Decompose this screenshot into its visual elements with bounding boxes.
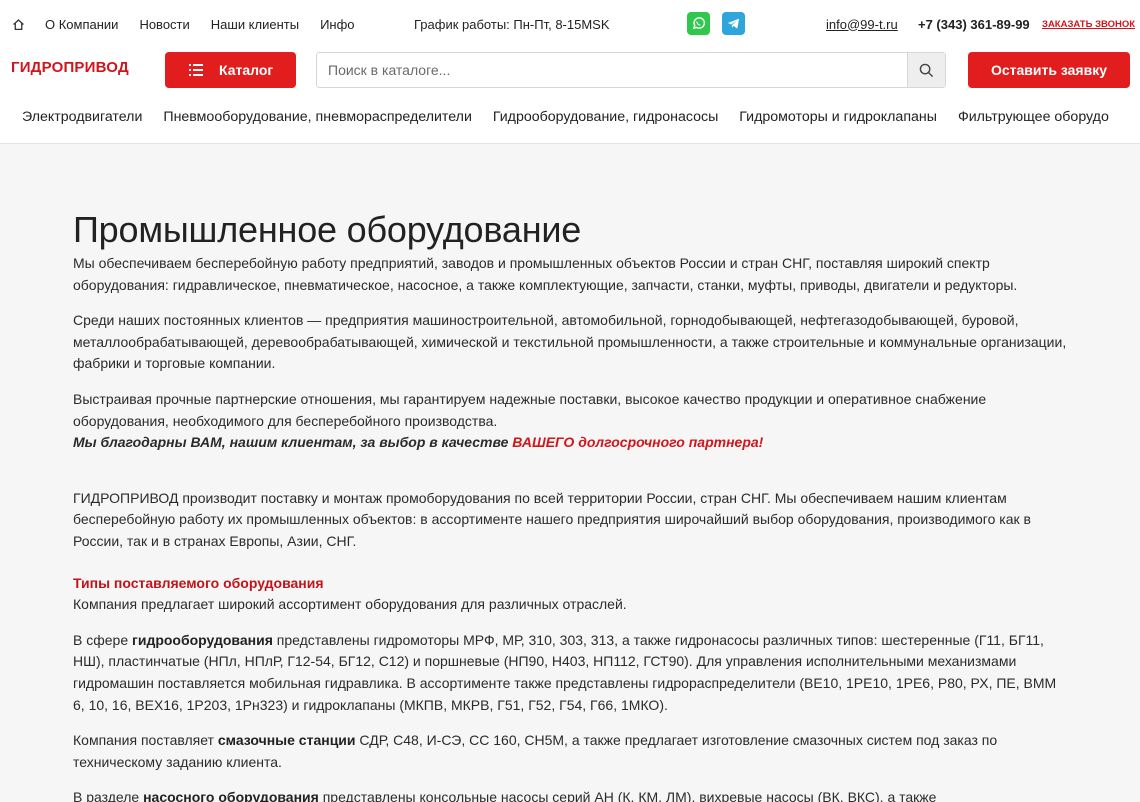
equipment-types-heading: Типы поставляемого оборудования: [73, 574, 324, 591]
lubrication-paragraph: Компания поставляет смазочные станции СД…: [73, 730, 1068, 773]
list-icon: [189, 64, 203, 76]
category-item-motors[interactable]: Электродвигатели: [22, 109, 142, 125]
catalog-button[interactable]: Каталог: [165, 52, 296, 88]
whatsapp-icon[interactable]: [687, 12, 710, 35]
main-content: Промышленное оборудование Мы обеспечивае…: [0, 144, 1140, 802]
site-header: О Компании Новости Наши клиенты Инфо Гра…: [0, 0, 1140, 144]
hydraulics-bold: гидрооборудования: [132, 631, 273, 648]
work-schedule: График работы: Пн-Пт, 8-15MSK: [414, 16, 610, 32]
category-item-filters[interactable]: Фильтрующее оборудо: [958, 109, 1109, 125]
home-icon[interactable]: [10, 0, 26, 48]
category-item-hydraulics[interactable]: Гидрооборудование, гидронасосы: [493, 109, 718, 125]
page-title: Промышленное оборудование: [73, 209, 582, 250]
callback-link[interactable]: ЗАКАЗАТЬ ЗВОНОК: [1042, 0, 1135, 48]
company-paragraph: ГИДРОПРИВОД производит поставку и монтаж…: [73, 489, 1031, 549]
top-bar: О Компании Новости Наши клиенты Инфо Гра…: [0, 0, 1140, 48]
pumps-paragraph: В разделе насосного оборудования предста…: [73, 787, 1068, 802]
top-nav-about[interactable]: О Компании: [45, 17, 118, 32]
top-nav: О Компании Новости Наши клиенты Инфо: [45, 0, 376, 48]
email-link[interactable]: info@99-t.ru: [826, 0, 898, 48]
thanks-text: Мы благодарны ВАМ, нашим клиентам, за вы…: [73, 434, 513, 451]
top-nav-clients[interactable]: Наши клиенты: [211, 17, 299, 32]
equipment-types-intro: Компания предлагает широкий ассортимент …: [73, 596, 627, 613]
pumps-bold: насосного оборудования: [143, 789, 319, 802]
telegram-icon[interactable]: [722, 12, 745, 35]
catalog-label: Каталог: [219, 62, 274, 78]
main-bar: ГИДРОПРИВОД Каталог Оставить заявку: [0, 48, 1140, 92]
search-icon: [919, 63, 934, 77]
phone-link[interactable]: +7 (343) 361-89-99: [918, 0, 1030, 48]
thanks-paragraph: Мы благодарны ВАМ, нашим клиентам, за вы…: [73, 432, 1068, 454]
pumps-text-c: представлены консольные насосы серий АН …: [318, 789, 937, 802]
top-nav-info[interactable]: Инфо: [320, 17, 354, 32]
hydraulics-text-a: В сфере: [73, 631, 132, 648]
clients-paragraph: Среди наших постоянных клиентов — предпр…: [73, 312, 1067, 372]
category-item-hydromotors[interactable]: Гидромоторы и гидроклапаны: [739, 109, 937, 125]
hydraulics-paragraph: В сфере гидрооборудования представлены г…: [73, 630, 1068, 716]
category-nav: Электродвигатели Пневмооборудование, пне…: [0, 92, 1140, 142]
intro-paragraph: Мы обеспечиваем бесперебойную работу пре…: [73, 255, 1018, 293]
thanks-highlight: ВАШЕГО долгосрочного партнера!: [512, 434, 764, 451]
pumps-text-a: В разделе: [73, 789, 144, 802]
lubrication-bold: смазочные станции: [217, 732, 356, 749]
top-nav-news[interactable]: Новости: [139, 17, 189, 32]
leave-request-button[interactable]: Оставить заявку: [968, 52, 1130, 88]
search-button[interactable]: [907, 53, 945, 87]
lubrication-text-a: Компания поставляет: [73, 732, 218, 749]
partnership-paragraph: Выстраивая прочные партнерские отношения…: [73, 390, 987, 429]
search-box: [316, 52, 946, 88]
logo[interactable]: ГИДРОПРИВОД: [11, 59, 129, 76]
category-item-pneumatics[interactable]: Пневмооборудование, пневмораспределители: [163, 109, 472, 125]
search-input[interactable]: [317, 53, 909, 87]
